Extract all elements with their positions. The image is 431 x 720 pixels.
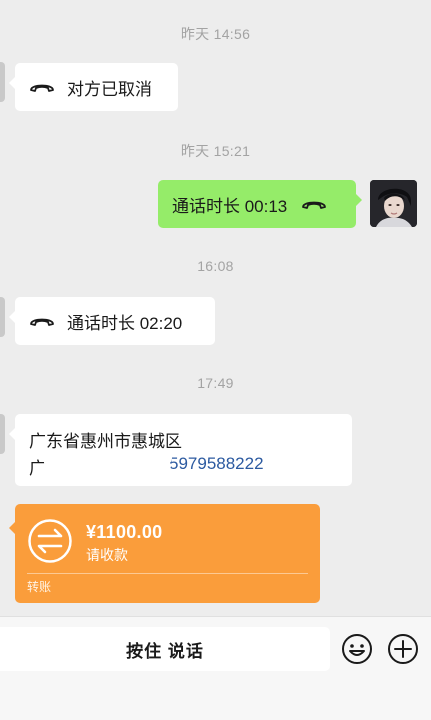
transfer-arrows-icon [28,519,72,563]
call-message-bubble[interactable]: 对方已取消 [9,63,178,111]
divider [27,573,308,574]
call-status-text: 对方已取消 [67,79,152,99]
address-message-bubble[interactable]: 广东省惠州市惠城区 广 5979588222 [9,414,352,486]
timestamp: 昨天 15:21 [180,143,251,159]
chat-screen: 昨天 14:56 对方已取消 昨天 15:21 通话时长 00:13 16:08… [0,0,431,720]
input-bar: 按住 说话 [0,616,431,720]
emoji-icon[interactable] [341,633,373,665]
transfer-status: 请收款 [86,547,128,563]
call-message-bubble[interactable]: 通话时长 02:20 [9,297,215,345]
call-duration-text: 通话时长 00:13 [172,196,288,216]
transfer-label: 转账 [27,580,52,594]
hold-to-talk-button[interactable]: 按住 说话 [0,627,330,671]
timestamp: 16:08 [197,258,234,274]
phone-hangup-icon [30,84,54,92]
timestamp: 昨天 14:56 [180,26,251,42]
transfer-card[interactable]: ¥1100.00 请收款 转账 [9,504,320,603]
contact-avatar[interactable] [0,414,5,454]
transfer-amount: ¥1100.00 [86,522,163,542]
self-avatar[interactable] [370,180,417,227]
redaction-scribble [44,426,350,473]
call-duration-text: 通话时长 02:20 [67,313,183,333]
contact-avatar[interactable] [0,297,5,337]
plus-circle-icon[interactable] [387,633,419,665]
phone-hangup-icon [302,201,327,209]
timestamp: 17:49 [197,375,234,391]
call-message-bubble[interactable]: 通话时长 00:13 [158,180,362,228]
contact-avatar[interactable] [0,62,5,102]
phone-hangup-icon [30,318,54,326]
